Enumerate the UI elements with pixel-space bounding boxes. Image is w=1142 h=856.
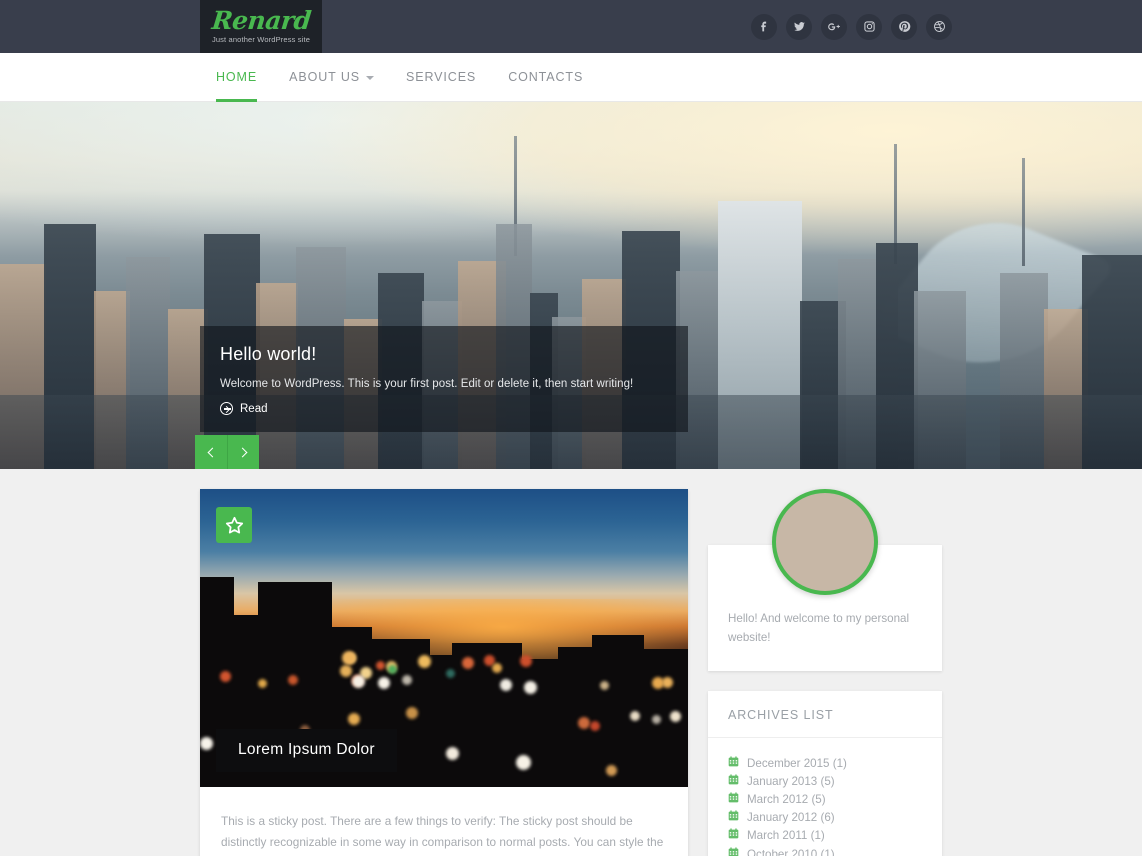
instagram-icon[interactable] <box>856 13 882 40</box>
archive-link[interactable]: January 2013 (5) <box>728 772 922 790</box>
site-tagline: Just another WordPress site <box>211 35 311 44</box>
page-content: Lorem Ipsum Dolor This is a sticky post.… <box>0 469 1142 856</box>
archive-link[interactable]: January 2012 (6) <box>728 809 922 827</box>
chevron-down-icon <box>365 76 374 80</box>
social-links <box>751 0 952 53</box>
nav-item-services[interactable]: SERVICES <box>390 53 492 101</box>
nav-item-about-us[interactable]: ABOUT US <box>273 53 390 101</box>
nav-item-contacts[interactable]: CONTACTS <box>492 53 599 101</box>
avatar-image <box>776 493 874 591</box>
sticky-post-star-icon[interactable] <box>216 507 252 543</box>
post-excerpt-text: This is a sticky post. There are a few t… <box>221 814 664 856</box>
avatar <box>772 489 878 595</box>
calendar-icon <box>728 756 739 771</box>
nav-item-home[interactable]: HOME <box>200 53 273 102</box>
slider-prev-button[interactable] <box>195 435 227 469</box>
post-title-label: Lorem Ipsum Dolor <box>238 741 375 758</box>
slider-controls <box>195 435 259 469</box>
main-column: Lorem Ipsum Dolor This is a sticky post.… <box>200 489 688 856</box>
facebook-icon[interactable] <box>751 13 777 40</box>
archives-list: December 2015 (1) January 2013 (5) March… <box>708 738 942 856</box>
hero-read-label: Read <box>240 402 268 415</box>
calendar-icon <box>728 810 739 825</box>
nav-label: CONTACTS <box>508 70 584 84</box>
archive-link[interactable]: March 2011 (1) <box>728 827 922 845</box>
calendar-icon <box>728 792 739 807</box>
google-plus-icon[interactable] <box>821 13 847 40</box>
post-card: Lorem Ipsum Dolor This is a sticky post.… <box>200 489 688 856</box>
archive-label: January 2013 (5) <box>747 774 835 788</box>
archive-label: January 2012 (6) <box>747 811 835 825</box>
archive-link[interactable]: October 2010 (1) <box>728 845 922 856</box>
dribbble-icon[interactable] <box>926 13 952 40</box>
archives-heading: ARCHIVES LIST <box>708 691 942 738</box>
about-text: Hello! And welcome to my personal websit… <box>728 612 910 644</box>
site-logo[interactable]: Renard Just another WordPress site <box>200 0 322 53</box>
archive-link[interactable]: December 2015 (1) <box>728 754 922 772</box>
archive-label: March 2011 (1) <box>747 829 825 843</box>
sidebar: Hello! And welcome to my personal websit… <box>708 489 942 856</box>
calendar-icon <box>728 774 739 789</box>
twitter-icon[interactable] <box>786 13 812 40</box>
calendar-icon <box>728 828 739 843</box>
nav-label: HOME <box>216 70 258 84</box>
post-thumbnail[interactable]: Lorem Ipsum Dolor <box>200 489 688 787</box>
hero-read-link[interactable]: Read <box>220 402 268 415</box>
site-header: Renard Just another WordPress site <box>0 0 1142 53</box>
post-excerpt: This is a sticky post. There are a few t… <box>200 787 688 856</box>
calendar-icon <box>728 846 739 856</box>
nav-label: ABOUT US <box>289 70 360 84</box>
archives-widget: ARCHIVES LIST December 2015 (1) January … <box>708 691 942 856</box>
archive-link[interactable]: March 2012 (5) <box>728 790 922 808</box>
main-navigation: HOME ABOUT US SERVICES CONTACTS <box>0 53 1142 102</box>
hero-title: Hello world! <box>220 344 317 364</box>
about-widget: Hello! And welcome to my personal websit… <box>708 489 942 671</box>
logo-wordmark: Renard <box>210 6 312 35</box>
slider-next-button[interactable] <box>227 435 259 469</box>
hero-caption: Hello world! Welcome to WordPress. This … <box>200 326 688 432</box>
nav-label: SERVICES <box>405 70 477 84</box>
archive-label: October 2010 (1) <box>747 847 835 856</box>
hero-slider: Hello world! Welcome to WordPress. This … <box>0 102 1142 469</box>
hero-subtitle: Welcome to WordPress. This is your first… <box>220 378 634 390</box>
arrow-circle-icon <box>220 402 233 415</box>
post-title[interactable]: Lorem Ipsum Dolor <box>216 729 397 772</box>
archive-label: March 2012 (5) <box>747 792 826 806</box>
archive-label: December 2015 (1) <box>747 756 847 770</box>
pinterest-icon[interactable] <box>891 13 917 40</box>
